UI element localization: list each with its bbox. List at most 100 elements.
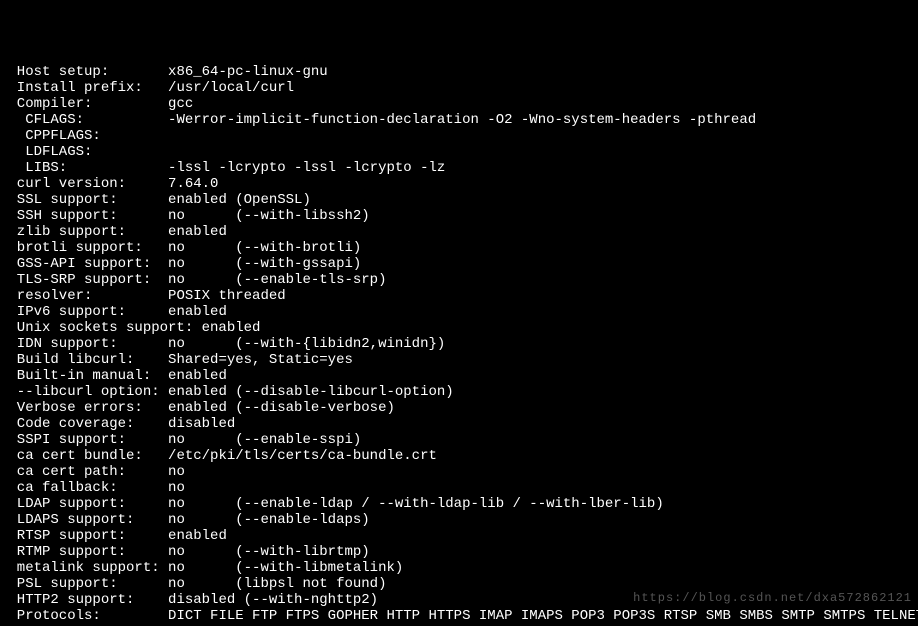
config-value: no (--with-libssh2) <box>151 208 369 224</box>
output-line: RTSP support: enabled <box>0 528 918 544</box>
output-line: SSH support: no (--with-libssh2) <box>0 208 918 224</box>
config-value: enabled <box>151 304 227 320</box>
config-label: SSPI support: <box>0 432 151 448</box>
config-label: Protocols: <box>0 608 151 624</box>
config-value: x86_64-pc-linux-gnu <box>151 64 327 80</box>
output-line: SSPI support: no (--enable-sspi) <box>0 432 918 448</box>
config-label: LDFLAGS: <box>0 144 151 160</box>
config-value: no (--enable-sspi) <box>151 432 361 448</box>
output-line: Install prefix: /usr/local/curl <box>0 80 918 96</box>
config-label: LDAPS support: <box>0 512 151 528</box>
output-line: IPv6 support: enabled <box>0 304 918 320</box>
config-label: brotli support: <box>0 240 151 256</box>
output-line: SSL support: enabled (OpenSSL) <box>0 192 918 208</box>
config-label: HTTP2 support: <box>0 592 151 608</box>
config-label: Unix sockets support: enabled <box>0 320 260 336</box>
config-value: enabled <box>151 368 227 384</box>
config-label: ca fallback: <box>0 480 151 496</box>
config-value: no (--with-gssapi) <box>151 256 361 272</box>
output-line: Compiler: gcc <box>0 96 918 112</box>
config-value: /etc/pki/tls/certs/ca-bundle.crt <box>151 448 437 464</box>
output-line: Protocols: DICT FILE FTP FTPS GOPHER HTT… <box>0 608 918 624</box>
config-label: RTSP support: <box>0 528 151 544</box>
config-label: Install prefix: <box>0 80 151 96</box>
config-value: no (--enable-ldap / --with-ldap-lib / --… <box>151 496 663 512</box>
config-label: resolver: <box>0 288 151 304</box>
config-value: DICT FILE FTP FTPS GOPHER HTTP HTTPS IMA… <box>151 608 918 624</box>
config-label: --libcurl option: <box>0 384 160 400</box>
terminal-output: Host setup: x86_64-pc-linux-gnu Install … <box>0 64 918 624</box>
output-line: ca fallback: no <box>0 480 918 496</box>
output-line: TLS-SRP support: no (--enable-tls-srp) <box>0 272 918 288</box>
config-value: /usr/local/curl <box>151 80 294 96</box>
config-label: SSH support: <box>0 208 151 224</box>
output-line: LDFLAGS: <box>0 144 918 160</box>
output-line: ca cert bundle: /etc/pki/tls/certs/ca-bu… <box>0 448 918 464</box>
config-value: no (--enable-tls-srp) <box>151 272 386 288</box>
output-line: resolver: POSIX threaded <box>0 288 918 304</box>
config-label: Verbose errors: <box>0 400 151 416</box>
config-label: Build libcurl: <box>0 352 151 368</box>
output-line: Unix sockets support: enabled <box>0 320 918 336</box>
config-label: LIBS: <box>0 160 151 176</box>
output-line: IDN support: no (--with-{libidn2,winidn}… <box>0 336 918 352</box>
config-value: 7.64.0 <box>151 176 218 192</box>
config-value: disabled <box>151 416 235 432</box>
output-line: RTMP support: no (--with-librtmp) <box>0 544 918 560</box>
config-value: -lssl -lcrypto -lssl -lcrypto -lz <box>151 160 445 176</box>
config-label: CPPFLAGS: <box>0 128 151 144</box>
config-label: ca cert bundle: <box>0 448 151 464</box>
config-label: LDAP support: <box>0 496 151 512</box>
config-value: no (--with-libmetalink) <box>160 560 404 576</box>
output-line: Code coverage: disabled <box>0 416 918 432</box>
output-line: Built-in manual: enabled <box>0 368 918 384</box>
config-label: GSS-API support: <box>0 256 151 272</box>
config-label: metalink support: <box>0 560 160 576</box>
watermark-text: https://blog.csdn.net/dxa572862121 <box>633 590 912 606</box>
config-label: IDN support: <box>0 336 151 352</box>
config-value <box>151 128 168 144</box>
config-label: Built-in manual: <box>0 368 151 384</box>
config-value: enabled <box>151 224 227 240</box>
config-value: -Werror-implicit-function-declaration -O… <box>151 112 756 128</box>
config-value: disabled (--with-nghttp2) <box>151 592 378 608</box>
config-value: Shared=yes, Static=yes <box>151 352 353 368</box>
config-value: no (--with-librtmp) <box>151 544 369 560</box>
config-value: enabled (--disable-verbose) <box>151 400 395 416</box>
output-line: CFLAGS: -Werror-implicit-function-declar… <box>0 112 918 128</box>
config-label: ca cert path: <box>0 464 151 480</box>
config-label: CFLAGS: <box>0 112 151 128</box>
config-value: no <box>151 480 185 496</box>
output-line: --libcurl option: enabled (--disable-lib… <box>0 384 918 400</box>
config-value: no <box>151 464 185 480</box>
config-label: curl version: <box>0 176 151 192</box>
config-label: Code coverage: <box>0 416 151 432</box>
config-label: Host setup: <box>0 64 151 80</box>
config-value: enabled (OpenSSL) <box>151 192 311 208</box>
output-line: ca cert path: no <box>0 464 918 480</box>
output-line: Verbose errors: enabled (--disable-verbo… <box>0 400 918 416</box>
config-value: gcc <box>151 96 193 112</box>
config-value: no (--with-brotli) <box>151 240 361 256</box>
output-line: CPPFLAGS: <box>0 128 918 144</box>
config-label: SSL support: <box>0 192 151 208</box>
output-line: Host setup: x86_64-pc-linux-gnu <box>0 64 918 80</box>
config-value: no (--with-{libidn2,winidn}) <box>151 336 445 352</box>
config-value <box>151 144 168 160</box>
output-line: Build libcurl: Shared=yes, Static=yes <box>0 352 918 368</box>
config-label: zlib support: <box>0 224 151 240</box>
config-label: PSL support: <box>0 576 151 592</box>
config-value: enabled (--disable-libcurl-option) <box>160 384 454 400</box>
config-value: POSIX threaded <box>151 288 285 304</box>
config-value: no (--enable-ldaps) <box>151 512 369 528</box>
output-line: zlib support: enabled <box>0 224 918 240</box>
output-line: LIBS: -lssl -lcrypto -lssl -lcrypto -lz <box>0 160 918 176</box>
config-value: no (libpsl not found) <box>151 576 386 592</box>
config-label: RTMP support: <box>0 544 151 560</box>
output-line: curl version: 7.64.0 <box>0 176 918 192</box>
output-line: GSS-API support: no (--with-gssapi) <box>0 256 918 272</box>
output-line: LDAPS support: no (--enable-ldaps) <box>0 512 918 528</box>
output-line: brotli support: no (--with-brotli) <box>0 240 918 256</box>
output-line: LDAP support: no (--enable-ldap / --with… <box>0 496 918 512</box>
config-label: TLS-SRP support: <box>0 272 151 288</box>
